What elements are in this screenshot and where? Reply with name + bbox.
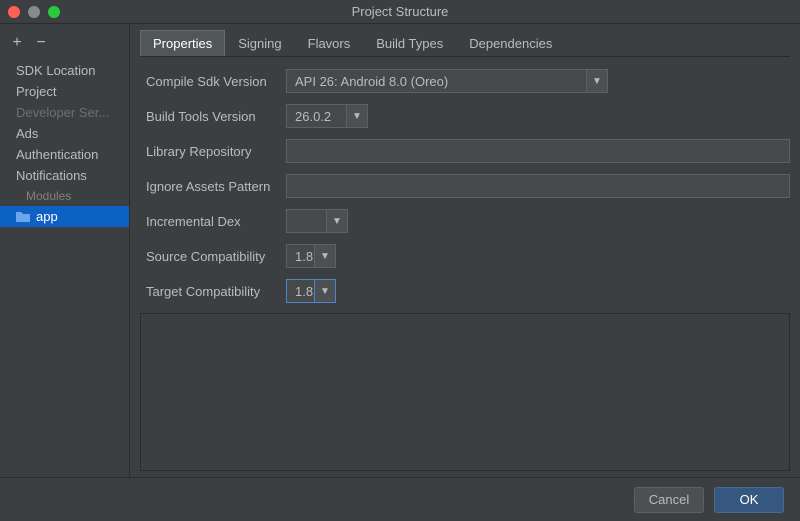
- chevron-down-icon: ▼: [352, 111, 362, 122]
- build-tools-label: Build Tools Version: [146, 109, 276, 124]
- chevron-down-icon: ▼: [320, 251, 330, 262]
- library-repo-label: Library Repository: [146, 144, 276, 159]
- incremental-dex-select[interactable]: ▼: [286, 209, 348, 233]
- sidebar: + − SDK Location Project Developer Ser..…: [0, 24, 130, 477]
- tab-dependencies[interactable]: Dependencies: [456, 30, 565, 56]
- chevron-down-icon: ▼: [320, 286, 330, 297]
- minimize-window-button[interactable]: [28, 6, 40, 18]
- sidebar-item-project[interactable]: Project: [0, 81, 129, 102]
- chevron-down-icon: ▼: [332, 216, 342, 227]
- sidebar-item-authentication[interactable]: Authentication: [0, 144, 129, 165]
- target-compat-dropdown-button[interactable]: ▼: [314, 279, 336, 303]
- compile-sdk-select[interactable]: API 26: Android 8.0 (Oreo) ▼: [286, 69, 608, 93]
- tab-signing[interactable]: Signing: [225, 30, 294, 56]
- sidebar-item-developer-services[interactable]: Developer Ser...: [0, 102, 129, 123]
- sidebar-item-sdk-location[interactable]: SDK Location: [0, 60, 129, 81]
- close-window-button[interactable]: [8, 6, 20, 18]
- incremental-dex-label: Incremental Dex: [146, 214, 276, 229]
- target-compat-label: Target Compatibility: [146, 284, 276, 299]
- ok-button[interactable]: OK: [714, 487, 784, 513]
- add-module-button[interactable]: +: [8, 34, 26, 52]
- sidebar-item-ads[interactable]: Ads: [0, 123, 129, 144]
- library-repo-input[interactable]: [286, 139, 790, 163]
- chevron-down-icon: ▼: [592, 76, 602, 87]
- incremental-dex-dropdown-button[interactable]: ▼: [326, 209, 348, 233]
- source-compat-select[interactable]: 1.8 ▼: [286, 244, 336, 268]
- compile-sdk-dropdown-button[interactable]: ▼: [586, 69, 608, 93]
- tab-build-types[interactable]: Build Types: [363, 30, 456, 56]
- source-compat-label: Source Compatibility: [146, 249, 276, 264]
- ignore-assets-label: Ignore Assets Pattern: [146, 179, 276, 194]
- output-panel: [140, 313, 790, 471]
- window-title: Project Structure: [8, 4, 792, 19]
- target-compat-value: 1.8: [286, 279, 314, 303]
- remove-module-button[interactable]: −: [32, 34, 50, 52]
- tab-flavors[interactable]: Flavors: [295, 30, 364, 56]
- source-compat-dropdown-button[interactable]: ▼: [314, 244, 336, 268]
- titlebar: Project Structure: [0, 0, 800, 24]
- source-compat-value: 1.8: [286, 244, 314, 268]
- folder-icon: [16, 211, 30, 223]
- dialog-footer: Cancel OK: [0, 477, 800, 521]
- compile-sdk-value: API 26: Android 8.0 (Oreo): [286, 69, 586, 93]
- tab-bar: Properties Signing Flavors Build Types D…: [140, 30, 790, 57]
- ignore-assets-input[interactable]: [286, 174, 790, 198]
- sidebar-item-label: app: [36, 209, 58, 224]
- build-tools-select[interactable]: 26.0.2 ▼: [286, 104, 368, 128]
- compile-sdk-label: Compile Sdk Version: [146, 74, 276, 89]
- build-tools-value: 26.0.2: [286, 104, 346, 128]
- target-compat-select[interactable]: 1.8 ▼: [286, 279, 336, 303]
- build-tools-dropdown-button[interactable]: ▼: [346, 104, 368, 128]
- maximize-window-button[interactable]: [48, 6, 60, 18]
- tab-properties[interactable]: Properties: [140, 30, 225, 56]
- sidebar-item-notifications[interactable]: Notifications: [0, 165, 129, 186]
- window-controls: [8, 6, 60, 18]
- sidebar-item-app[interactable]: app: [0, 206, 129, 227]
- sidebar-section-modules: Modules: [0, 186, 129, 206]
- sidebar-toolbar: + −: [0, 30, 129, 60]
- main-panel: Properties Signing Flavors Build Types D…: [130, 24, 800, 477]
- properties-form: Compile Sdk Version API 26: Android 8.0 …: [140, 69, 790, 303]
- cancel-button[interactable]: Cancel: [634, 487, 704, 513]
- incremental-dex-value: [286, 209, 326, 233]
